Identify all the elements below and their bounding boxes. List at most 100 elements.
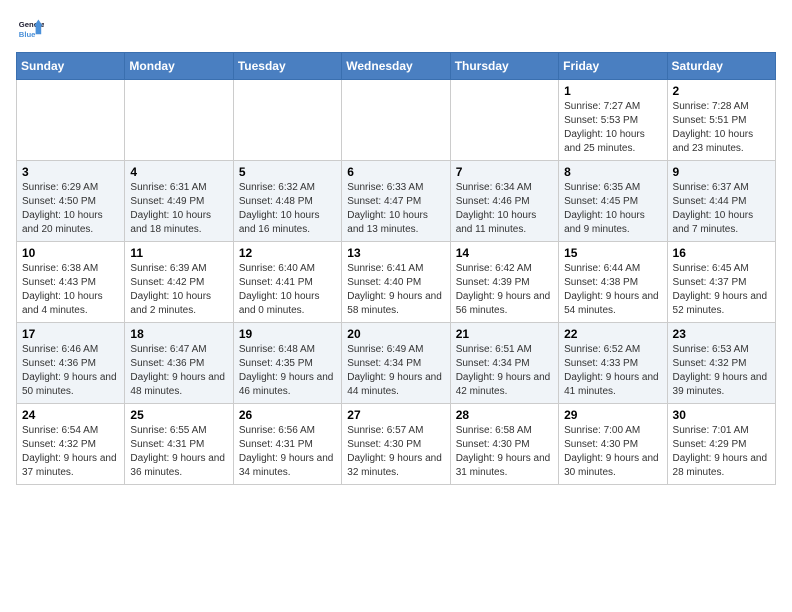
day-info: Sunrise: 6:44 AM Sunset: 4:38 PM Dayligh… <box>564 262 661 318</box>
calendar-day-cell: 6 Sunrise: 6:33 AM Sunset: 4:47 PM Daylig… <box>342 161 450 242</box>
calendar-day-cell: 12Sunrise: 6:40 AM Sunset: 4:41 PM Dayli… <box>233 242 341 323</box>
calendar-week-row: 3Sunrise: 6:29 AM Sunset: 4:50 PM Daylig… <box>17 161 776 242</box>
calendar-day-cell: 22 Sunrise: 6:52 AM Sunset: 4:33 PM Dayli… <box>559 323 667 404</box>
calendar-day-cell: 14Sunrise: 6:42 AM Sunset: 4:39 PM Dayli… <box>450 242 558 323</box>
calendar-week-row: 1 Sunrise: 7:27 AM Sunset: 5:53 PM Daylig… <box>17 80 776 161</box>
day-number: 29 <box>564 408 661 422</box>
day-info: Sunrise: 6:49 AM Sunset: 4:34 PM Dayligh… <box>347 343 444 399</box>
calendar-day-cell: 18 Sunrise: 6:47 AM Sunset: 4:36 PM Dayli… <box>125 323 233 404</box>
day-info: Sunrise: 6:35 AM Sunset: 4:45 PM Dayligh… <box>564 181 661 237</box>
day-info: Sunrise: 7:01 AM Sunset: 4:29 PM Dayligh… <box>673 424 770 480</box>
day-number: 8 <box>564 165 661 179</box>
day-number: 17 <box>22 327 119 341</box>
day-number: 11 <box>130 246 227 260</box>
logo-icon: General Blue <box>16 16 44 44</box>
day-info: Sunrise: 6:37 AM Sunset: 4:44 PM Dayligh… <box>673 181 770 237</box>
calendar-day-cell <box>125 80 233 161</box>
calendar-day-cell: 28 Sunrise: 6:58 AM Sunset: 4:30 PM Dayli… <box>450 404 558 485</box>
day-number: 1 <box>564 84 661 98</box>
day-info: Sunrise: 6:33 AM Sunset: 4:47 PM Dayligh… <box>347 181 444 237</box>
day-number: 6 <box>347 165 444 179</box>
day-number: 10 <box>22 246 119 260</box>
day-number: 4 <box>130 165 227 179</box>
page-header: General Blue <box>16 16 776 44</box>
day-info: Sunrise: 6:41 AM Sunset: 4:40 PM Dayligh… <box>347 262 444 318</box>
calendar-day-cell: 13 Sunrise: 6:41 AM Sunset: 4:40 PM Dayli… <box>342 242 450 323</box>
day-number: 24 <box>22 408 119 422</box>
calendar-day-cell: 29Sunrise: 7:00 AM Sunset: 4:30 PM Dayli… <box>559 404 667 485</box>
calendar-day-cell: 21Sunrise: 6:51 AM Sunset: 4:34 PM Dayli… <box>450 323 558 404</box>
calendar-day-cell: 17 Sunrise: 6:46 AM Sunset: 4:36 PM Dayli… <box>17 323 125 404</box>
day-number: 18 <box>130 327 227 341</box>
calendar-day-cell: 27 Sunrise: 6:57 AM Sunset: 4:30 PM Dayli… <box>342 404 450 485</box>
day-number: 7 <box>456 165 553 179</box>
calendar-week-row: 10 Sunrise: 6:38 AM Sunset: 4:43 PM Dayli… <box>17 242 776 323</box>
weekday-header-cell: Thursday <box>450 53 558 80</box>
day-info: Sunrise: 6:31 AM Sunset: 4:49 PM Dayligh… <box>130 181 227 237</box>
weekday-header-cell: Saturday <box>667 53 775 80</box>
day-info: Sunrise: 6:55 AM Sunset: 4:31 PM Dayligh… <box>130 424 227 480</box>
calendar-day-cell: 7 Sunrise: 6:34 AM Sunset: 4:46 PM Daylig… <box>450 161 558 242</box>
calendar-day-cell: 11 Sunrise: 6:39 AM Sunset: 4:42 PM Dayli… <box>125 242 233 323</box>
day-info: Sunrise: 6:48 AM Sunset: 4:35 PM Dayligh… <box>239 343 336 399</box>
calendar-day-cell: 1 Sunrise: 7:27 AM Sunset: 5:53 PM Daylig… <box>559 80 667 161</box>
day-number: 23 <box>673 327 770 341</box>
calendar-day-cell: 10 Sunrise: 6:38 AM Sunset: 4:43 PM Dayli… <box>17 242 125 323</box>
day-number: 30 <box>673 408 770 422</box>
day-number: 25 <box>130 408 227 422</box>
day-info: Sunrise: 6:47 AM Sunset: 4:36 PM Dayligh… <box>130 343 227 399</box>
weekday-header-cell: Monday <box>125 53 233 80</box>
day-info: Sunrise: 6:56 AM Sunset: 4:31 PM Dayligh… <box>239 424 336 480</box>
day-number: 22 <box>564 327 661 341</box>
calendar-day-cell: 15 Sunrise: 6:44 AM Sunset: 4:38 PM Dayli… <box>559 242 667 323</box>
calendar-day-cell: 9 Sunrise: 6:37 AM Sunset: 4:44 PM Daylig… <box>667 161 775 242</box>
logo: General Blue <box>16 16 48 44</box>
calendar-day-cell <box>342 80 450 161</box>
weekday-header-cell: Friday <box>559 53 667 80</box>
day-info: Sunrise: 6:39 AM Sunset: 4:42 PM Dayligh… <box>130 262 227 318</box>
calendar-day-cell: 4 Sunrise: 6:31 AM Sunset: 4:49 PM Daylig… <box>125 161 233 242</box>
calendar-day-cell: 16 Sunrise: 6:45 AM Sunset: 4:37 PM Dayli… <box>667 242 775 323</box>
day-info: Sunrise: 6:54 AM Sunset: 4:32 PM Dayligh… <box>22 424 119 480</box>
day-info: Sunrise: 6:58 AM Sunset: 4:30 PM Dayligh… <box>456 424 553 480</box>
weekday-header-cell: Sunday <box>17 53 125 80</box>
calendar-week-row: 24 Sunrise: 6:54 AM Sunset: 4:32 PM Dayli… <box>17 404 776 485</box>
calendar-day-cell <box>17 80 125 161</box>
calendar-day-cell <box>233 80 341 161</box>
day-number: 16 <box>673 246 770 260</box>
day-number: 3 <box>22 165 119 179</box>
calendar-table: SundayMondayTuesdayWednesdayThursdayFrid… <box>16 52 776 485</box>
day-number: 28 <box>456 408 553 422</box>
calendar-day-cell: 26 Sunrise: 6:56 AM Sunset: 4:31 PM Dayli… <box>233 404 341 485</box>
calendar-day-cell: 25 Sunrise: 6:55 AM Sunset: 4:31 PM Dayli… <box>125 404 233 485</box>
day-info: Sunrise: 6:40 AM Sunset: 4:41 PM Dayligh… <box>239 262 336 318</box>
calendar-day-cell: 20Sunrise: 6:49 AM Sunset: 4:34 PM Dayli… <box>342 323 450 404</box>
day-info: Sunrise: 6:52 AM Sunset: 4:33 PM Dayligh… <box>564 343 661 399</box>
weekday-header-cell: Wednesday <box>342 53 450 80</box>
day-number: 14 <box>456 246 553 260</box>
calendar-day-cell: 2Sunrise: 7:28 AM Sunset: 5:51 PM Daylig… <box>667 80 775 161</box>
day-info: Sunrise: 6:45 AM Sunset: 4:37 PM Dayligh… <box>673 262 770 318</box>
day-number: 21 <box>456 327 553 341</box>
day-number: 15 <box>564 246 661 260</box>
calendar-day-cell: 5Sunrise: 6:32 AM Sunset: 4:48 PM Daylig… <box>233 161 341 242</box>
day-number: 26 <box>239 408 336 422</box>
calendar-day-cell <box>450 80 558 161</box>
day-info: Sunrise: 6:53 AM Sunset: 4:32 PM Dayligh… <box>673 343 770 399</box>
calendar-day-cell: 19Sunrise: 6:48 AM Sunset: 4:35 PM Dayli… <box>233 323 341 404</box>
day-info: Sunrise: 6:38 AM Sunset: 4:43 PM Dayligh… <box>22 262 119 318</box>
day-info: Sunrise: 6:46 AM Sunset: 4:36 PM Dayligh… <box>22 343 119 399</box>
day-number: 2 <box>673 84 770 98</box>
weekday-header-row: SundayMondayTuesdayWednesdayThursdayFrid… <box>17 53 776 80</box>
calendar-week-row: 17 Sunrise: 6:46 AM Sunset: 4:36 PM Dayli… <box>17 323 776 404</box>
day-info: Sunrise: 7:27 AM Sunset: 5:53 PM Dayligh… <box>564 100 661 156</box>
calendar-day-cell: 24 Sunrise: 6:54 AM Sunset: 4:32 PM Dayli… <box>17 404 125 485</box>
day-number: 9 <box>673 165 770 179</box>
calendar-day-cell: 23 Sunrise: 6:53 AM Sunset: 4:32 PM Dayli… <box>667 323 775 404</box>
calendar-day-cell: 30 Sunrise: 7:01 AM Sunset: 4:29 PM Dayli… <box>667 404 775 485</box>
day-number: 27 <box>347 408 444 422</box>
day-number: 5 <box>239 165 336 179</box>
day-number: 13 <box>347 246 444 260</box>
day-info: Sunrise: 6:34 AM Sunset: 4:46 PM Dayligh… <box>456 181 553 237</box>
day-info: Sunrise: 6:57 AM Sunset: 4:30 PM Dayligh… <box>347 424 444 480</box>
